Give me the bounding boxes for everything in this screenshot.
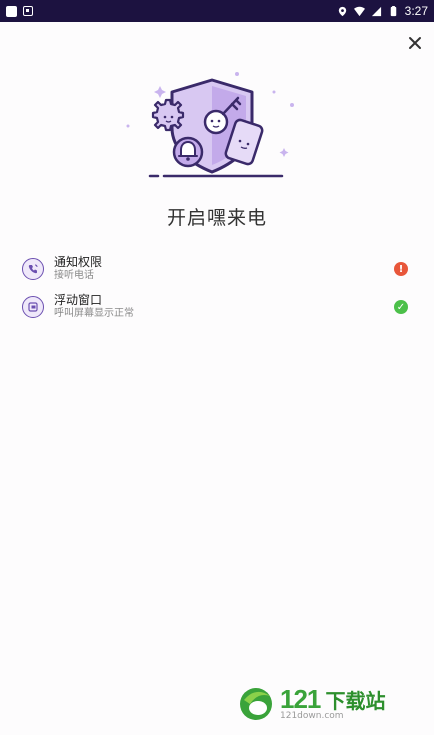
- status-right: 3:27: [337, 4, 428, 18]
- permission-title: 通知权限: [54, 255, 103, 270]
- phone-ring-icon: [22, 258, 44, 280]
- permission-text: 通知权限 接听电话: [54, 255, 394, 283]
- permission-row-notification[interactable]: 通知权限 接听电话 !: [22, 254, 414, 284]
- permission-title: 浮动窗口: [54, 293, 103, 308]
- ok-status-icon: ✓: [394, 300, 408, 314]
- permission-subtitle: 呼叫屏幕显示正常: [54, 308, 134, 320]
- close-icon: [409, 37, 421, 49]
- watermark-text: 121 下载站 121down.com: [280, 684, 385, 721]
- notification-icon: [6, 5, 17, 17]
- clock: 3:27: [404, 4, 428, 18]
- permission-text: 浮动窗口 呼叫屏幕显示正常: [54, 293, 394, 321]
- watermark: 121 下载站 121down.com: [236, 678, 426, 726]
- status-left: [6, 5, 33, 17]
- status-bar: 3:27: [0, 0, 434, 22]
- gear-icon: [151, 98, 185, 132]
- location-icon: [338, 6, 346, 16]
- bell-icon: [172, 136, 204, 168]
- floating-window-icon: [22, 296, 44, 318]
- page-title: 开启嘿来电: [166, 207, 267, 229]
- signal-icon: [371, 6, 381, 16]
- watermark-brand: 下载站: [325, 688, 386, 713]
- close-button[interactable]: [404, 32, 426, 54]
- hero-illustration: [126, 72, 294, 178]
- battery-icon: [390, 5, 396, 16]
- permission-subtitle: 接听电话: [54, 270, 94, 282]
- watermark-number: 121: [280, 683, 321, 714]
- permission-row-floating-window[interactable]: 浮动窗口 呼叫屏幕显示正常 ✓: [22, 292, 414, 322]
- watermark-logo-icon: [240, 688, 272, 720]
- app-notification-icon: [23, 6, 33, 16]
- wifi-icon: [353, 6, 365, 16]
- error-status-icon: !: [394, 262, 408, 276]
